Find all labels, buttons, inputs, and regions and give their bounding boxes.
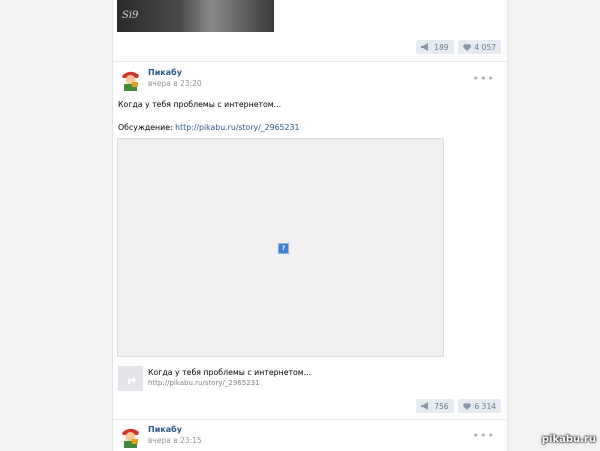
more-options-button[interactable]: •••	[473, 429, 495, 442]
broken-image-icon: ?	[278, 243, 289, 254]
like-button[interactable]: 4 057	[457, 40, 501, 54]
post-time[interactable]: вчера в 23:15	[148, 436, 202, 445]
pikabu-watermark: pikabu.ru	[541, 434, 596, 445]
post-actions: 756 6 314	[416, 399, 501, 413]
like-button[interactable]: 6 314	[457, 399, 501, 413]
post-author[interactable]: Пикабу	[148, 425, 182, 434]
post-divider	[113, 419, 507, 420]
discussion-label: Обсуждение:	[118, 123, 176, 132]
photo-signature: Si9	[122, 10, 139, 21]
post-image-placeholder[interactable]: ?	[117, 138, 444, 357]
pikabu-avatar[interactable]	[118, 424, 143, 449]
share-count: 189	[434, 42, 449, 52]
megaphone-icon	[421, 402, 429, 410]
discussion-link[interactable]: http://pikabu.ru/story/_2965231	[175, 123, 299, 132]
more-options-button[interactable]: •••	[473, 72, 495, 85]
feed-card: Si9 189 4 057 Пикабу вчера в 23:20 ••• К…	[112, 0, 508, 451]
previous-post-actions: 189 4 057	[416, 40, 501, 54]
megaphone-icon	[421, 43, 429, 51]
post-time[interactable]: вчера в 23:20	[148, 79, 202, 88]
heart-icon	[462, 43, 471, 51]
post-text: Когда у тебя проблемы с интернетом...	[118, 100, 282, 109]
link-attachment-url[interactable]: http://pikabu.ru/story/_2965231	[148, 379, 260, 387]
link-attachment-thumb[interactable]	[118, 366, 143, 391]
like-count: 4 057	[474, 42, 496, 52]
share-button[interactable]: 189	[416, 40, 454, 54]
post-discussion: Обсуждение: http://pikabu.ru/story/_2965…	[118, 122, 299, 134]
link-attachment-title[interactable]: Когда у тебя проблемы с интернетом...	[148, 368, 311, 377]
post-divider	[113, 61, 507, 62]
post-author[interactable]: Пикабу	[148, 68, 182, 77]
pikabu-avatar[interactable]	[118, 67, 143, 92]
share-arrow-icon	[127, 375, 136, 384]
heart-icon	[462, 402, 471, 410]
share-button[interactable]: 756	[416, 399, 454, 413]
previous-post-photo[interactable]: Si9	[117, 0, 274, 32]
share-count: 756	[434, 401, 449, 411]
like-count: 6 314	[474, 401, 496, 411]
